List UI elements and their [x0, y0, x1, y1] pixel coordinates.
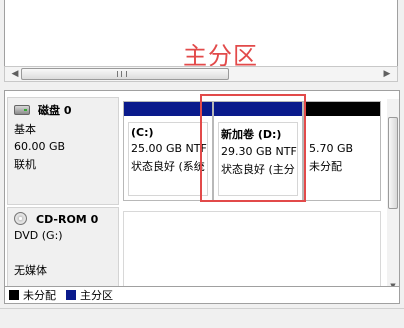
- legend-item-primary: 主分区: [66, 287, 113, 303]
- volume-list-area: 主分区: [4, 0, 398, 70]
- status-bar: [0, 308, 404, 328]
- disk-info-cdrom[interactable]: CD-ROM 0 DVD (G:) 无媒体: [7, 207, 119, 297]
- cdrom-row: CD-ROM 0 DVD (G:) 无媒体: [5, 207, 383, 297]
- disk-info-0[interactable]: 磁盘 0 基本 60.00 GB 联机: [7, 97, 119, 205]
- unallocated-bar: [304, 102, 380, 116]
- grip-icon: [117, 71, 127, 77]
- vertical-scrollbar[interactable]: ▼: [387, 99, 399, 293]
- vertical-scroll-thumb[interactable]: [388, 117, 398, 209]
- disk-status: 无媒体: [14, 264, 47, 277]
- disk-type: 基本: [14, 123, 36, 136]
- unallocated-swatch-icon: [9, 290, 19, 300]
- hard-disk-icon: [14, 105, 30, 115]
- primary-partition-bar: [124, 102, 212, 116]
- scroll-right-icon[interactable]: ▶: [379, 67, 395, 81]
- partition-unallocated[interactable]: 5.70 GB 未分配: [303, 101, 381, 201]
- disk-size: 60.00 GB: [14, 140, 66, 153]
- partition-size: 5.70 GB: [309, 142, 354, 155]
- highlight-box: [200, 94, 306, 202]
- disk-row: 磁盘 0 基本 60.00 GB 联机 (C:) 25.00 GB NTF 状态…: [5, 97, 383, 205]
- legend: 未分配 主分区: [4, 286, 400, 304]
- legend-item-unallocated: 未分配: [9, 287, 56, 303]
- partition-label: (C:): [131, 126, 154, 139]
- partition-status: 状态良好 (系统: [131, 160, 205, 173]
- cd-drive-icon: [14, 212, 30, 226]
- legend-label: 主分区: [80, 289, 113, 302]
- disk-name: CD-ROM 0: [36, 212, 99, 226]
- disk-status: 联机: [14, 158, 36, 171]
- disk-type: DVD (G:): [14, 229, 63, 242]
- horizontal-scroll-thumb[interactable]: [21, 68, 229, 80]
- cdrom-volume-area[interactable]: [123, 211, 381, 293]
- partition-status: 未分配: [309, 160, 342, 173]
- primary-swatch-icon: [66, 290, 76, 300]
- partition-size: 25.00 GB NTF: [131, 142, 207, 155]
- disk-name: 磁盘 0: [38, 104, 72, 117]
- horizontal-scrollbar[interactable]: ◀ ▶: [4, 66, 398, 82]
- legend-label: 未分配: [23, 289, 56, 302]
